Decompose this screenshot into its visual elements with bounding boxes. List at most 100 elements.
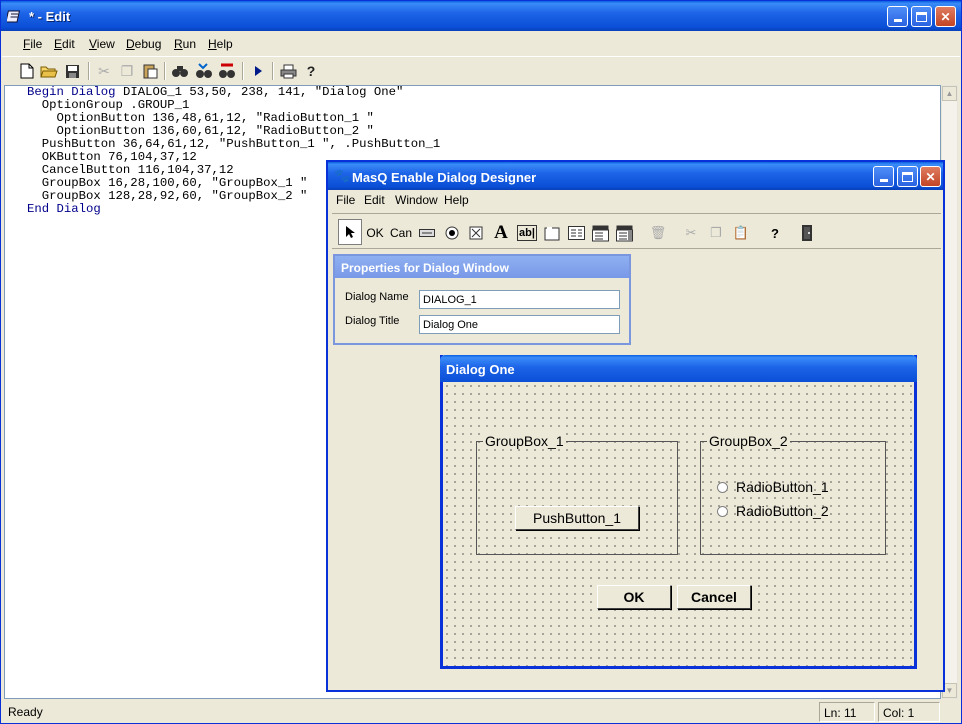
menu-view[interactable]: View	[89, 37, 115, 51]
scroll-up-icon[interactable]: ▲	[942, 86, 957, 101]
edit-box-tool-icon[interactable]: ab|	[517, 225, 537, 241]
editor-gutter	[5, 86, 25, 698]
radio-circle-icon	[717, 481, 728, 493]
save-icon[interactable]	[62, 61, 82, 81]
menu-bar: File Edit View Debug Run Help	[2, 32, 960, 54]
menu-label: ebug	[134, 37, 162, 51]
dialog-canvas[interactable]: GroupBox_1 PushButton_1 GroupBox_2 Radio…	[443, 382, 914, 666]
menu-label: dit	[62, 37, 75, 51]
code-text-segment: DIALOG_1 53,50, 238, 141, "Dialog One"	[115, 85, 404, 99]
radio-button-2[interactable]: RadioButton_2	[717, 503, 829, 519]
menu-label: elp	[216, 37, 233, 51]
menu-debug[interactable]: Debug	[126, 37, 161, 51]
text-tool-icon[interactable]: A	[492, 222, 510, 244]
designer-minimize-button[interactable]	[873, 166, 894, 187]
radio-button-1[interactable]: RadioButton_1	[717, 479, 829, 495]
paste-icon[interactable]	[140, 61, 160, 81]
run-icon[interactable]	[248, 61, 268, 81]
ok-button-tool[interactable]: OK	[366, 222, 384, 244]
dialog-preview-title: Dialog One	[440, 355, 917, 382]
cut-icon[interactable]: ✂	[94, 61, 114, 81]
groupbox-tool-icon[interactable]	[543, 222, 561, 244]
option-button-tool-icon[interactable]	[443, 222, 461, 244]
cut-icon[interactable]: ✂	[682, 222, 700, 244]
close-button[interactable]: ✕	[935, 6, 956, 27]
code-text-segment: GroupBox 128,28,92,60, "GroupBox_2 "	[27, 189, 308, 203]
designer-menu-help[interactable]: Help	[444, 193, 469, 207]
print-icon[interactable]	[278, 61, 298, 81]
code-text-segment: OptionGroup .GROUP_1	[27, 98, 190, 112]
window-title: * - Edit	[29, 9, 71, 24]
code-text-segment: CancelButton 116,104,37,12	[27, 163, 234, 177]
dialog-name-label: Dialog Name	[345, 291, 409, 303]
delete-icon[interactable]: 🗑	[649, 222, 667, 244]
pointer-tool-icon[interactable]	[338, 219, 362, 245]
dialog-name-field[interactable]: DIALOG_1	[419, 290, 620, 309]
title-bar: * - Edit ✕	[1, 1, 961, 31]
cancel-button-tool[interactable]: Can	[390, 222, 412, 244]
dialog-title-field[interactable]: Dialog One	[419, 315, 620, 334]
menu-help[interactable]: Help	[208, 37, 233, 51]
menu-edit[interactable]: Edit	[54, 37, 75, 51]
status-line: Ln: 11	[819, 702, 875, 722]
copy-icon[interactable]: ❐	[707, 222, 725, 244]
status-column: Col: 1	[878, 702, 940, 722]
minimize-icon	[879, 179, 888, 182]
maximize-button[interactable]	[911, 6, 932, 27]
toolbar-separator	[88, 62, 90, 80]
code-text-segment: OptionButton 136,48,61,12, "RadioButton_…	[27, 111, 374, 125]
exit-door-icon[interactable]	[798, 222, 816, 244]
listbox-tool-icon[interactable]	[567, 222, 585, 244]
find-icon[interactable]	[170, 61, 190, 81]
close-icon: ✕	[925, 169, 936, 184]
menu-accelerator: R	[174, 37, 183, 51]
menu-run[interactable]: Run	[174, 37, 196, 51]
pushbutton-tool-icon[interactable]	[418, 222, 436, 244]
close-icon: ✕	[940, 9, 951, 24]
status-bar: Ready Ln: 11 Col: 1	[2, 701, 960, 723]
designer-menu-window[interactable]: Window	[395, 193, 438, 207]
radio-button-2-label: RadioButton_2	[736, 503, 829, 519]
groupbox-1-label: GroupBox_1	[483, 433, 566, 449]
designer-maximize-button[interactable]	[897, 166, 918, 187]
toolbar-separator	[272, 62, 274, 80]
maximize-icon	[902, 171, 913, 182]
new-file-icon[interactable]	[17, 61, 37, 81]
menu-accelerator: H	[208, 37, 217, 51]
dialog-designer-window: 🐾 MasQ Enable Dialog Designer ✕ File Edi…	[326, 160, 945, 692]
open-folder-icon[interactable]	[39, 61, 59, 81]
help-icon[interactable]: ?	[766, 222, 784, 244]
menu-label: ile	[30, 37, 43, 51]
checkbox-tool-icon[interactable]	[467, 222, 485, 244]
dialog-title-label: Dialog Title	[345, 315, 400, 327]
minimize-icon	[893, 19, 902, 22]
menu-accelerator: V	[89, 37, 97, 51]
designer-close-button[interactable]: ✕	[920, 166, 941, 187]
combobox-tool-icon[interactable]	[591, 222, 609, 244]
menu-accelerator: D	[126, 37, 135, 51]
code-text-segment: OptionButton 136,60,61,12, "RadioButton_…	[27, 124, 374, 138]
pushbutton-1[interactable]: PushButton_1	[515, 506, 639, 530]
find-next-icon[interactable]	[194, 61, 214, 81]
replace-icon[interactable]	[217, 61, 237, 81]
designer-menu-edit[interactable]: Edit	[364, 193, 385, 207]
menu-file[interactable]: File	[23, 37, 42, 51]
maximize-icon	[916, 11, 927, 22]
groupbox-2[interactable]: GroupBox_2 RadioButton_1 RadioButton_2	[700, 433, 886, 555]
groupbox-2-label: GroupBox_2	[707, 433, 790, 449]
dropdown-list-tool-icon[interactable]	[615, 222, 633, 244]
ok-button[interactable]: OK	[597, 585, 671, 609]
radio-button-1-label: RadioButton_1	[736, 479, 829, 495]
copy-icon[interactable]: ❐	[117, 61, 137, 81]
designer-menu-file[interactable]: File	[336, 193, 355, 207]
toolbar-separator	[242, 62, 244, 80]
code-keyword: End Dialog	[27, 202, 101, 216]
cancel-button[interactable]: Cancel	[677, 585, 751, 609]
main-toolbar: ✂ ❐ ?	[2, 56, 960, 84]
help-icon[interactable]: ?	[301, 61, 321, 81]
groupbox-1[interactable]: GroupBox_1 PushButton_1	[476, 433, 678, 555]
paste-icon[interactable]: 📋	[732, 222, 750, 244]
dialog-preview[interactable]: Dialog One GroupBox_1 PushButton_1 Group…	[440, 355, 917, 669]
minimize-button[interactable]	[887, 6, 908, 27]
code-text-segment: PushButton 36,64,61,12, "PushButton_1 ",…	[27, 137, 441, 151]
